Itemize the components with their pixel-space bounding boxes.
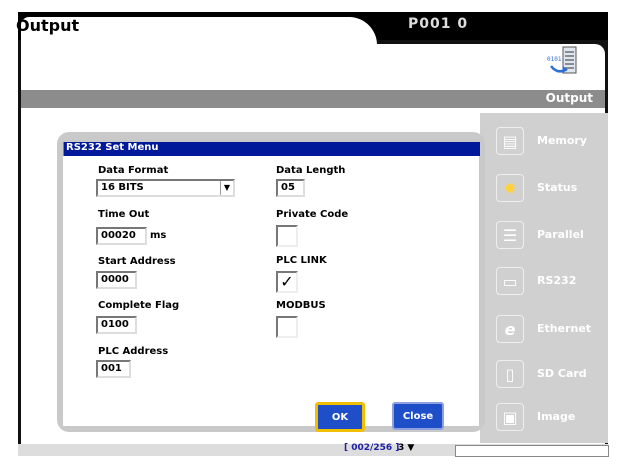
start-address-input[interactable]: 0000 [96, 271, 137, 289]
menu-item-memory[interactable]: ▤ Memory [480, 121, 608, 161]
data-format-value: 16 BITS [101, 182, 144, 193]
page-code: P001 0 [408, 16, 469, 32]
checkmark-icon: ✓ [280, 272, 294, 291]
time-out-input[interactable]: 00020 [96, 227, 147, 245]
close-button[interactable]: Close [392, 402, 444, 430]
window-title: Output [16, 16, 80, 35]
data-format-label: Data Format [98, 165, 169, 176]
sd-card-icon: ▯ [496, 360, 524, 388]
menu-item-label: Memory [537, 134, 588, 147]
dialog-title: RS232 Set Menu [66, 142, 159, 153]
plc-address-label: PLC Address [98, 346, 169, 357]
modbus-label: MODBUS [276, 300, 326, 311]
side-menu: ▤ Memory ✹ Status ☰ Parallel ▭ RS232 e E… [480, 113, 608, 443]
parallel-icon: ☰ [496, 221, 524, 249]
menu-item-label: Image [537, 410, 576, 423]
status-field [455, 445, 609, 457]
modbus-checkbox[interactable] [276, 316, 298, 338]
section-band: Output [21, 90, 605, 108]
memory-icon: ▤ [496, 127, 524, 155]
ok-button[interactable]: OK [315, 402, 365, 432]
svg-text:0101: 0101 [547, 56, 562, 63]
menu-item-parallel[interactable]: ☰ Parallel [480, 215, 608, 255]
time-out-label: Time Out [98, 209, 150, 220]
chevron-down-icon[interactable]: ▼ [220, 181, 233, 195]
data-format-select[interactable]: 16 BITS ▼ [96, 179, 235, 197]
menu-item-label: Status [537, 181, 578, 194]
menu-item-status[interactable]: ✹ Status [480, 168, 608, 208]
time-out-unit: ms [150, 230, 167, 241]
status-suffix: 3 ▼ [398, 443, 415, 453]
section-band-label: Output [545, 91, 593, 105]
complete-flag-input[interactable]: 0100 [96, 316, 137, 334]
plc-address-input[interactable]: 001 [96, 360, 131, 378]
plc-link-label: PLC LINK [276, 255, 327, 266]
data-transfer-icon[interactable]: 0101 [545, 44, 579, 78]
menu-item-image[interactable]: ▣ Image [480, 397, 608, 437]
menu-item-rs232[interactable]: ▭ RS232 [480, 261, 608, 301]
private-code-checkbox[interactable] [276, 225, 298, 247]
start-address-label: Start Address [98, 256, 176, 267]
menu-item-label: Parallel [537, 228, 584, 241]
data-length-input[interactable]: 05 [276, 179, 305, 197]
menu-item-label: Ethernet [537, 322, 592, 335]
rs232-icon: ▭ [496, 267, 524, 295]
data-length-label: Data Length [276, 165, 346, 176]
dialog-title-bar: RS232 Set Menu [63, 142, 480, 156]
complete-flag-label: Complete Flag [98, 300, 180, 311]
menu-item-label: SD Card [537, 367, 587, 380]
status-icon: ✹ [496, 174, 524, 202]
menu-item-label: RS232 [537, 274, 577, 287]
menu-item-ethernet[interactable]: e Ethernet [480, 309, 608, 349]
status-bar: [ 002/256 ] 3 ▼ [0, 443, 619, 457]
private-code-label: Private Code [276, 209, 349, 220]
image-icon: ▣ [496, 403, 524, 431]
menu-item-sd-card[interactable]: ▯ SD Card [480, 354, 608, 394]
ethernet-icon: e [496, 315, 524, 343]
record-counter: [ 002/256 ] [344, 443, 400, 453]
plc-link-checkbox[interactable]: ✓ [276, 271, 298, 293]
